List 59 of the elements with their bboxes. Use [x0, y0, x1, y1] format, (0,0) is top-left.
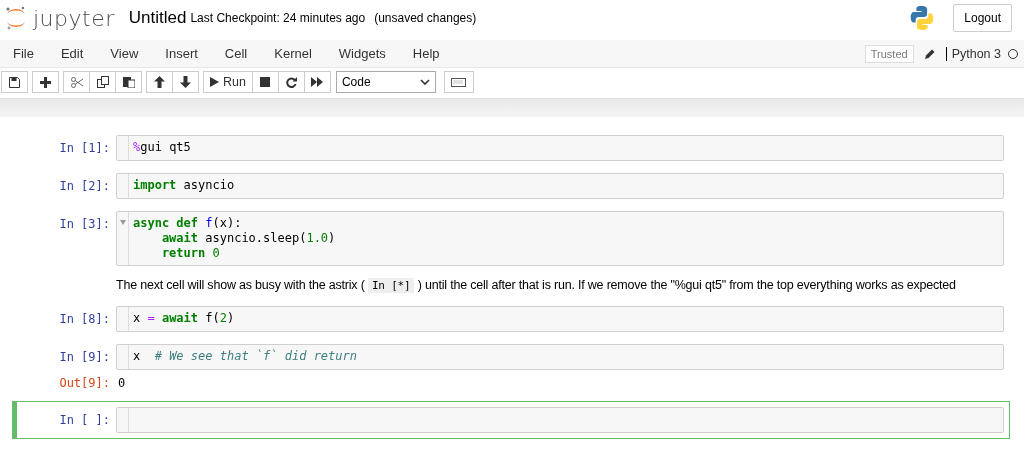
pencil-icon[interactable]: [923, 47, 936, 60]
stop-button[interactable]: [251, 71, 279, 93]
code-input[interactable]: import asyncio: [116, 173, 1004, 199]
menu-item[interactable]: File: [0, 46, 48, 61]
chevron-down-icon: [419, 78, 430, 86]
insert-cell-button[interactable]: [32, 71, 59, 93]
arrow-up-icon: [154, 76, 165, 88]
move-up-button[interactable]: [146, 71, 173, 93]
checkpoint-status: Last Checkpoint: 24 minutes ago: [190, 11, 366, 25]
code-input[interactable]: %gui qt5: [116, 135, 1004, 161]
paste-button[interactable]: [115, 71, 142, 93]
input-prompt: In [9]:: [58, 349, 110, 364]
move-down-button[interactable]: [172, 71, 199, 93]
input-prompt: In [ ]:: [58, 412, 110, 427]
input-prompt: In [8]:: [58, 311, 110, 326]
markdown-text: The next cell will show as busy with the astrix ( In [*] ) until the cell after that is run. If we remove the "%gui qt5" from the top everything works as expected: [116, 278, 957, 292]
jupyter-logo-icon: [5, 5, 27, 31]
play-icon: [210, 77, 219, 87]
save-button[interactable]: [1, 71, 28, 93]
menu-item[interactable]: Insert: [152, 46, 212, 61]
notebook-name[interactable]: Untitled: [128, 8, 187, 28]
menu-item[interactable]: Help: [399, 46, 454, 61]
jupyter-wordmark: jupyter: [33, 5, 115, 31]
input-prompt: In [3]:: [58, 216, 110, 231]
clipboard-icon: [122, 76, 135, 88]
refresh-icon: [285, 76, 297, 88]
output-text: 0: [118, 376, 126, 390]
copy-icon: [96, 76, 109, 88]
autosave-status: (unsaved changes): [374, 11, 477, 25]
run-all-button[interactable]: [303, 71, 331, 93]
menu-item[interactable]: Cell: [211, 46, 262, 61]
kernel-name: Python 3: [945, 46, 1001, 61]
plus-icon: [40, 76, 51, 88]
floppy-icon: [9, 76, 20, 88]
code-input[interactable]: x # We see that `f` did return: [116, 344, 1004, 370]
trusted-indicator[interactable]: Trusted: [864, 44, 914, 63]
arrow-down-icon: [180, 76, 191, 88]
menu-item[interactable]: View: [97, 46, 153, 61]
run-button[interactable]: Run: [203, 71, 253, 93]
fold-caret-icon[interactable]: [119, 220, 126, 225]
code-input[interactable]: async def f(x): await asyncio.sleep(1.0) return 0: [116, 211, 1004, 266]
menu-item[interactable]: Kernel: [261, 46, 326, 61]
code-input[interactable]: x = await f(2): [116, 306, 1004, 332]
cell-type-dropdown[interactable]: Code: [335, 71, 436, 93]
code-input[interactable]: [116, 407, 1004, 433]
scissors-icon: [70, 76, 83, 88]
keyboard-icon: [451, 77, 467, 87]
command-palette-button[interactable]: [443, 71, 474, 93]
menu-item[interactable]: Edit: [47, 46, 98, 61]
logout-button[interactable]: Logout: [953, 4, 1012, 32]
menu-item[interactable]: Widgets: [325, 46, 400, 61]
fast-forward-icon: [311, 77, 324, 87]
restart-button[interactable]: [277, 71, 305, 93]
stop-icon: [260, 77, 271, 87]
copy-button[interactable]: [89, 71, 116, 93]
input-prompt: In [1]:: [58, 140, 110, 155]
python-logo-icon: [909, 5, 936, 31]
input-prompt: In [2]:: [58, 178, 110, 193]
output-prompt: Out[9]:: [58, 376, 110, 390]
